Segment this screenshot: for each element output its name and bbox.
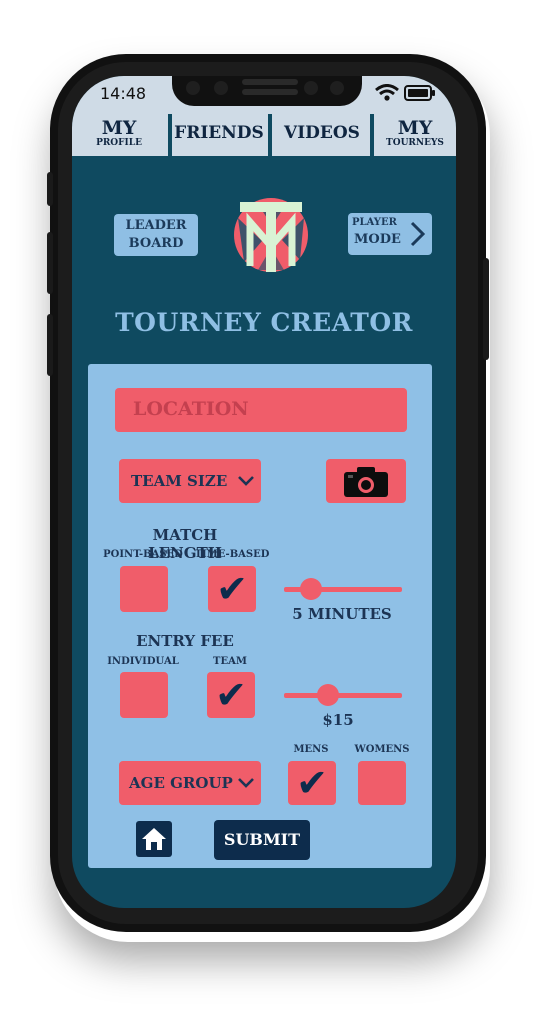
- photo-upload-button[interactable]: [326, 459, 406, 503]
- womens-checkbox[interactable]: [358, 761, 406, 805]
- nav-videos-label: VIDEOS: [284, 123, 360, 143]
- player-mode-button[interactable]: PLAYER MODE: [348, 213, 432, 255]
- time-based-label: TIME-BASED: [194, 549, 270, 560]
- top-nav: MY PROFILE FRIENDS VIDEOS MY TOURNEYS: [72, 110, 456, 156]
- nav-my-profile-sub: PROFILE: [96, 137, 142, 148]
- team-label: TEAM: [213, 656, 247, 667]
- wifi-icon: [375, 84, 399, 101]
- battery-icon: [404, 85, 435, 101]
- individual-checkbox[interactable]: [120, 672, 168, 718]
- player-mode-line1: PLAYER: [352, 217, 397, 228]
- nav-my-tourneys-sub: TOURNEYS: [386, 137, 444, 148]
- camera-icon: [344, 467, 388, 497]
- entry-fee-slider[interactable]: [284, 682, 402, 708]
- leaderboard-button[interactable]: LEADER BOARD: [114, 214, 198, 256]
- phone-notch: [172, 76, 362, 106]
- checkmark-icon: ✔: [216, 567, 248, 611]
- match-length-value: 5 MINUTES: [292, 605, 392, 623]
- speaker-grill: [242, 79, 298, 85]
- home-icon: [142, 828, 166, 850]
- notch-sensor-dot: [304, 81, 318, 95]
- phone-volume-down: [47, 314, 53, 376]
- page-title: TOURNEY CREATOR: [115, 308, 413, 337]
- notch-sensor-dot: [186, 81, 200, 95]
- phone-silent-switch: [47, 172, 53, 206]
- mens-label: MENS: [293, 744, 329, 755]
- match-length-slider[interactable]: [284, 576, 402, 602]
- leaderboard-label-line1: LEADER: [125, 218, 187, 233]
- age-group-label: AGE GROUP: [129, 774, 233, 792]
- team-size-label: TEAM SIZE: [131, 472, 228, 490]
- entry-fee-slider-knob[interactable]: [317, 684, 339, 706]
- speaker-grill: [242, 89, 298, 95]
- entry-fee-heading: ENTRY FEE: [136, 632, 234, 650]
- location-placeholder: LOCATION: [133, 398, 249, 420]
- leaderboard-label-line2: BOARD: [128, 236, 184, 251]
- notch-sensor-dot: [214, 81, 228, 95]
- nav-my-tourneys[interactable]: MY TOURNEYS: [374, 110, 456, 156]
- home-button[interactable]: [136, 821, 172, 857]
- age-group-dropdown[interactable]: AGE GROUP: [119, 761, 261, 805]
- match-length-slider-knob[interactable]: [300, 578, 322, 600]
- point-based-checkbox[interactable]: [120, 566, 168, 612]
- chevron-down-icon: [238, 476, 254, 486]
- status-time: 14:48: [100, 84, 147, 103]
- mens-checkbox[interactable]: ✔: [288, 761, 336, 805]
- entry-fee-slider-track: [284, 693, 402, 698]
- nav-videos[interactable]: VIDEOS: [272, 110, 372, 156]
- team-size-dropdown[interactable]: TEAM SIZE: [119, 459, 261, 503]
- phone-volume-up: [47, 232, 53, 294]
- time-based-checkbox[interactable]: ✔: [208, 566, 256, 612]
- submit-button[interactable]: SUBMIT: [214, 820, 310, 860]
- point-based-label: POINT-BASED: [103, 549, 183, 560]
- chevron-right-icon: [410, 221, 426, 247]
- nav-my-profile-main: MY: [101, 116, 137, 139]
- checkmark-icon: ✔: [215, 673, 247, 717]
- team-checkbox[interactable]: ✔: [207, 672, 255, 718]
- womens-label: WOMENS: [354, 744, 410, 755]
- tourney-logo: [234, 198, 308, 272]
- nav-my-profile[interactable]: MY PROFILE: [72, 110, 166, 156]
- chevron-down-icon: [238, 778, 254, 788]
- individual-label: INDIVIDUAL: [107, 656, 179, 667]
- player-mode-line2: MODE: [354, 232, 401, 247]
- nav-friends-label: FRIENDS: [174, 123, 264, 143]
- location-input[interactable]: LOCATION: [115, 388, 407, 432]
- entry-fee-value: $15: [322, 711, 354, 729]
- nav-my-tourneys-main: MY: [397, 116, 433, 139]
- phone-power-button: [483, 258, 489, 360]
- checkmark-icon: ✔: [296, 761, 328, 805]
- front-camera: [330, 81, 344, 95]
- screen: 14:48 MY PROFILE FRIENDS VIDEOS MY TOURN…: [72, 76, 456, 908]
- nav-friends[interactable]: FRIENDS: [172, 110, 266, 156]
